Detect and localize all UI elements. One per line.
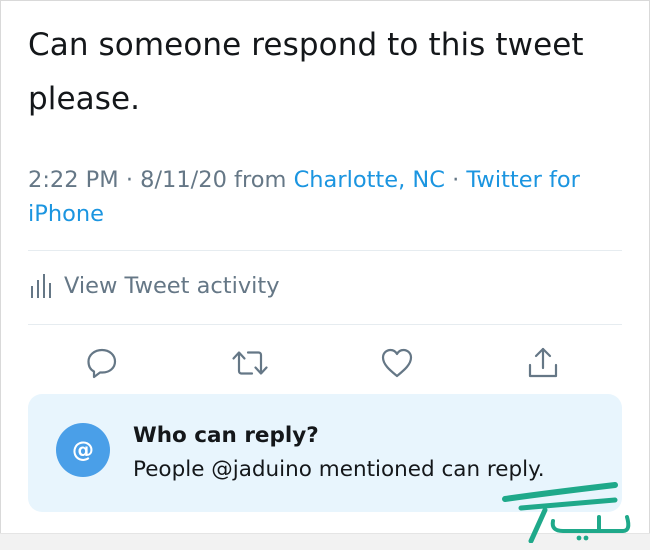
bar-chart-icon <box>31 274 51 298</box>
tweet-date: 8/11/20 <box>140 167 227 193</box>
share-button[interactable] <box>520 340 566 386</box>
comment-icon <box>87 348 117 379</box>
view-tweet-activity-button[interactable]: View Tweet activity <box>28 266 280 306</box>
who-can-reply-title: Who can reply? <box>133 423 319 448</box>
location-link[interactable]: Charlotte, NC <box>294 167 445 193</box>
tweet-actions <box>0 340 650 386</box>
reply-button[interactable] <box>79 340 125 386</box>
retweet-icon <box>232 351 268 375</box>
at-icon: @ <box>56 423 110 477</box>
retweet-button[interactable] <box>227 340 273 386</box>
from-label: from <box>234 167 287 193</box>
share-icon <box>528 347 558 378</box>
divider-bottom <box>28 324 622 325</box>
who-can-reply-description: People @jaduino mentioned can reply. <box>133 457 545 482</box>
divider-top <box>28 250 622 251</box>
tweet-text: Can someone respond to this tweet please… <box>28 27 584 117</box>
tweet-meta: 2:22 PM · 8/11/20 from Charlotte, NC · T… <box>28 163 628 231</box>
like-button[interactable] <box>374 340 420 386</box>
view-tweet-activity-label: View Tweet activity <box>64 273 280 299</box>
meta-separator-2: · <box>452 167 460 193</box>
tweet-time: 2:22 PM <box>28 167 119 193</box>
heart-icon <box>381 348 413 378</box>
watermark-logo <box>502 482 631 543</box>
meta-separator: · <box>125 167 133 193</box>
